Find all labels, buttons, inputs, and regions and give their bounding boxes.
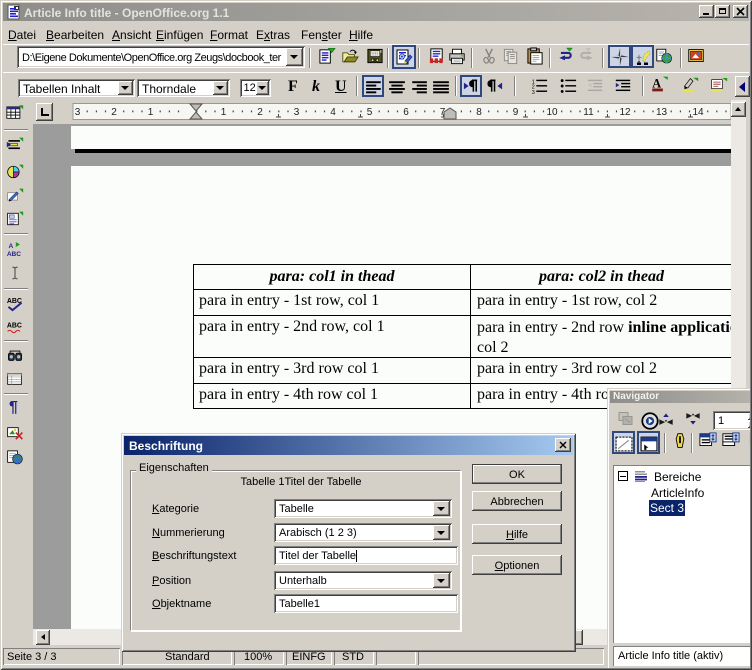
svg-text:3: 3 xyxy=(532,90,535,95)
svg-text:4: 4 xyxy=(330,107,336,118)
svg-text:9: 9 xyxy=(513,107,519,118)
svg-text:14: 14 xyxy=(692,107,704,118)
svg-text:3: 3 xyxy=(294,107,300,118)
svg-text:5: 5 xyxy=(367,107,373,118)
svg-text:8: 8 xyxy=(476,107,482,118)
svg-text:3: 3 xyxy=(75,107,81,118)
svg-text:2: 2 xyxy=(111,107,117,118)
svg-text:ABC: ABC xyxy=(7,251,21,258)
svg-text:A: A xyxy=(8,243,13,250)
svg-text:13: 13 xyxy=(656,107,668,118)
svg-text:12: 12 xyxy=(619,107,631,118)
svg-text:11: 11 xyxy=(583,107,594,118)
svg-text:A: A xyxy=(652,76,661,90)
svg-text:ABC: ABC xyxy=(7,322,22,329)
svg-text:6: 6 xyxy=(403,107,409,118)
svg-text:1: 1 xyxy=(221,107,227,118)
svg-text:10: 10 xyxy=(546,107,558,118)
svg-text:1: 1 xyxy=(148,107,154,118)
svg-text:2: 2 xyxy=(257,107,263,118)
